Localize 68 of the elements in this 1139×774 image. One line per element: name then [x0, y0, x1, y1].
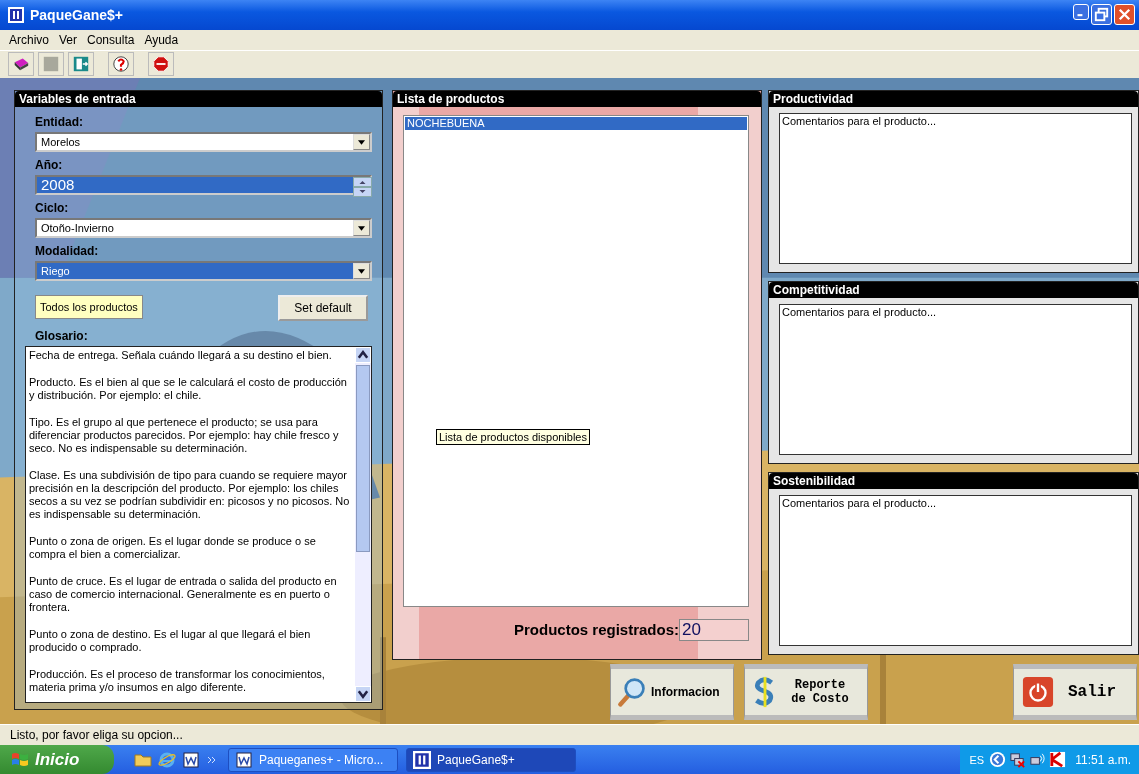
- clock: 11:51 a.m.: [1075, 752, 1131, 767]
- glossary-entry: Tipo. Es el grupo al que pertenece el producto; se usa para diferenciar productos parecidos. Por ejemplo: hay chile fresco y seco. No es indispensable su determinación.: [29, 415, 340, 455]
- taskbar-button[interactable]: PaqueGane$+: [406, 747, 576, 772]
- start-button[interactable]: Inicio: [0, 745, 114, 774]
- count-label: Productos registrados:: [513, 621, 679, 639]
- list-item[interactable]: NOCHEBUENA: [405, 116, 747, 130]
- book-icon[interactable]: [8, 52, 34, 77]
- wireless-icon[interactable]: [1029, 751, 1047, 768]
- antivirus-icon[interactable]: [1049, 751, 1067, 768]
- dropdown[interactable]: Riego: [35, 260, 372, 281]
- field-label: Modalidad:: [35, 243, 100, 258]
- panel-title: Sostenibilidad: [769, 472, 1138, 489]
- status-bar: Listo, por favor eliga su opcion...: [0, 724, 1139, 745]
- all-products-button[interactable]: Todos los productos: [35, 294, 143, 319]
- stop-sign-icon[interactable]: [148, 52, 174, 77]
- back-arrow-icon[interactable]: [989, 751, 1007, 768]
- restore-icon[interactable]: [1091, 4, 1112, 26]
- spin-down-icon[interactable]: [353, 186, 372, 197]
- glossary-entry: Punto o zona de origen. Es el lugar donde se produce o se compra el bien a comercializar.: [29, 534, 317, 561]
- panel-title: Lista de productos: [393, 90, 761, 107]
- power-icon: [1022, 674, 1054, 709]
- document-icon[interactable]: [182, 750, 200, 769]
- tooltip: Lista de productos disponibles: [436, 428, 590, 445]
- network-icon[interactable]: [1009, 751, 1027, 768]
- comment-field[interactable]: Comentarios para el producto...: [779, 303, 1132, 455]
- panel-title: Competitividad: [769, 281, 1138, 298]
- comment-field[interactable]: Comentarios para el producto...: [779, 112, 1132, 264]
- exit-door-icon[interactable]: [68, 52, 94, 77]
- info-button[interactable]: Informacion: [610, 663, 734, 720]
- close-icon[interactable]: [1114, 4, 1135, 26]
- dropdown[interactable]: Otoño-Invierno: [35, 217, 372, 238]
- window-title: PaqueGane$+: [30, 6, 124, 23]
- glossary-entry: Producto. Es el bien al que se le calculará el costo de producción y distribución. Por ejemplo: el chile.: [29, 375, 348, 402]
- menu-item[interactable]: Ver: [54, 32, 83, 47]
- minimize-icon[interactable]: [1073, 4, 1089, 21]
- panel-title: Productividad: [769, 90, 1138, 107]
- field-label: Ciclo:: [35, 200, 70, 215]
- glossary-entry: Fecha de entrega. Señala cuándo llegará a su destino el bien.: [29, 348, 333, 362]
- field-label: Entidad:: [35, 114, 84, 129]
- glossary-entry: Clase. Es una subdivisión de tipo para cuando se requiere mayor precisión en la descripción del producto. Por ejemplo: los chiles secos a su vez se podrían subdividir en: picosos y no picosos. No es indispensable su determinación.: [29, 468, 351, 521]
- browser-icon[interactable]: [158, 750, 176, 769]
- report-button[interactable]: Reporte de Costo: [744, 663, 868, 720]
- spin-up-icon[interactable]: [353, 176, 372, 187]
- taskbar-button[interactable]: Paqueganes+ - Micro...: [228, 747, 398, 772]
- help-icon[interactable]: [108, 52, 134, 77]
- scroll-thumb[interactable]: [356, 364, 370, 552]
- product-list[interactable]: NOCHEBUENA Lista de productos disponibles: [403, 114, 749, 607]
- menu-item[interactable]: Archivo: [4, 32, 54, 47]
- spinner-field[interactable]: 2008: [35, 174, 372, 195]
- field-label: Glosario:: [35, 328, 89, 343]
- set-default-button[interactable]: Set default: [278, 294, 368, 321]
- app-icon: [8, 6, 24, 23]
- dropdown[interactable]: Morelos: [35, 131, 372, 152]
- field-label: Año:: [35, 157, 64, 172]
- comment-field[interactable]: Comentarios para el producto...: [779, 494, 1132, 646]
- scrollbar[interactable]: [355, 346, 371, 702]
- glossary-entry: Punto de cruce. Es el lugar de entrada o salida del producto en caso de comercio internacional. Generalmente es en puerto o frontera.: [29, 574, 338, 614]
- count-field: 20: [679, 618, 749, 641]
- glossary-entry: Producción. Es el proceso de transformar los conocimientos, materia prima y/o insumos en algo diferente.: [29, 667, 326, 694]
- glossary-entry: Punto o zona de destino. Es el lugar al que llegará el bien producido o comprado.: [29, 627, 312, 654]
- menu-item[interactable]: Consulta: [82, 32, 140, 47]
- scroll-up-icon[interactable]: [355, 346, 371, 363]
- document-icon: [235, 750, 253, 769]
- scroll-down-icon[interactable]: [355, 685, 371, 702]
- exit-button[interactable]: Salir: [1013, 663, 1137, 720]
- app-icon: [413, 750, 431, 769]
- menu-item[interactable]: Ayuda: [139, 32, 184, 47]
- chevron-icon[interactable]: [206, 754, 218, 765]
